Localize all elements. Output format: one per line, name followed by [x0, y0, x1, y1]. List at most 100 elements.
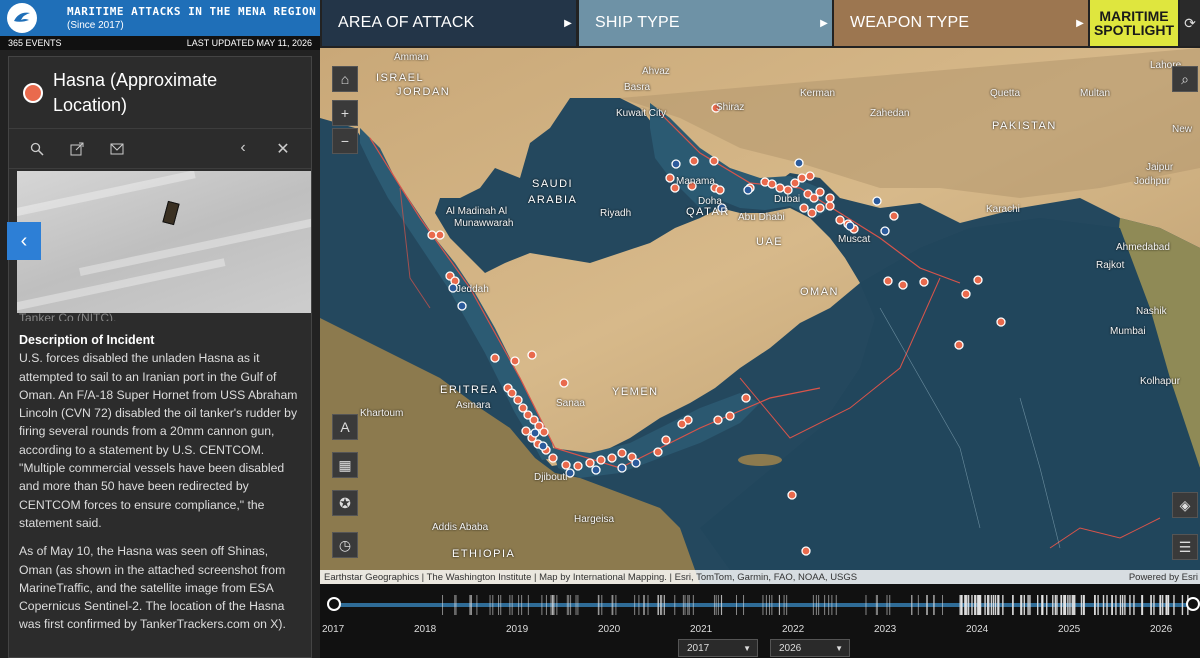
timeline-slider[interactable]: 2017 2018 2019 2020 2021 2022 2023 2024 2025 2026…: [320, 584, 1200, 658]
share-icon[interactable]: [57, 142, 97, 156]
app-subtitle: (Since 2017): [67, 20, 124, 31]
city-label: Abu Dhabi: [738, 212, 785, 223]
popup-title: Hasna (Approximate Location): [53, 69, 218, 115]
country-label: ERITREA: [440, 384, 499, 396]
timeline-year-label: 2026: [1150, 624, 1173, 635]
timeline-year-label: 2022: [782, 624, 805, 635]
clock-icon[interactable]: ◷: [332, 532, 358, 558]
satellite-image: [17, 171, 311, 313]
city-label: Jaipur: [1146, 162, 1174, 173]
country-label: ETHIOPIA: [452, 548, 516, 560]
city-label: Dubai: [774, 194, 801, 205]
city-label: Al Madinah Al: [446, 206, 508, 217]
timeline-year-label: 2025: [1058, 624, 1081, 635]
chevron-down-icon: ▼: [835, 643, 843, 653]
map-attribution: Earthstar Geographics | The Washington I…: [320, 570, 1200, 584]
city-label: Riyadh: [600, 208, 632, 219]
incident-marker-icon: [23, 82, 43, 103]
status-bar: 365 EVENTS LAST UPDATED MAY 11, 2026: [0, 36, 320, 50]
zoom-out-icon[interactable]: −: [332, 128, 358, 154]
description-paragraph: U.S. forces disabled the unladen Hasna a…: [19, 351, 298, 530]
home-icon[interactable]: ⌂: [332, 66, 358, 92]
timeline-year-label: 2024: [966, 624, 989, 635]
country-label: QATAR: [686, 206, 730, 218]
close-icon[interactable]: ✕: [263, 139, 303, 159]
text-size-icon[interactable]: A: [332, 414, 358, 440]
powered-by[interactable]: Powered by Esri: [1129, 572, 1198, 583]
timeline-start-handle[interactable]: [327, 597, 341, 611]
timeline-ticks: [442, 595, 1189, 615]
search-icon[interactable]: [17, 142, 57, 156]
spotlight-line1: MARITIME: [1099, 8, 1169, 24]
end-year-value: 2026: [779, 642, 802, 654]
tab-ship-type[interactable]: SHIP TYPE ▶: [579, 0, 832, 46]
incident-popup: Hasna (Approximate Location) ‹ ✕ Tanker …: [8, 56, 312, 658]
city-label: Ahvaz: [642, 66, 670, 77]
country-label: PAKISTAN: [992, 120, 1057, 132]
city-label: Muscat: [838, 234, 871, 245]
description-paragraph: As of May 10, the Hasna was seen off Shi…: [19, 544, 286, 632]
qr-icon[interactable]: ▦: [332, 452, 358, 478]
tab-area-of-attack[interactable]: AREA OF ATTACK ▶: [322, 0, 576, 46]
chevron-down-icon: ▼: [743, 643, 751, 653]
app-root: { "header": { "title": "MARITIME ATTACKS…: [0, 0, 1200, 658]
city-label: Hargeisa: [574, 514, 615, 525]
mail-icon[interactable]: [97, 143, 137, 155]
list-icon[interactable]: ☰: [1172, 534, 1198, 560]
last-updated: LAST UPDATED MAY 11, 2026: [186, 38, 312, 48]
city-label: Khartoum: [360, 408, 404, 419]
city-label: Jeddah: [456, 284, 489, 295]
country-label: YEMEN: [612, 386, 659, 398]
attribution-text: Earthstar Geographics | The Washington I…: [324, 571, 858, 583]
event-count: 365 EVENTS: [8, 38, 62, 48]
city-label: Jodhpur: [1134, 176, 1171, 187]
basemap: [320, 48, 1200, 584]
maritime-spotlight-button[interactable]: MARITIME SPOTLIGHT: [1090, 0, 1178, 46]
city-label: Kolhapur: [1140, 376, 1181, 387]
tab-label: WEAPON TYPE: [850, 14, 970, 31]
timeline-year-label: 2017: [322, 624, 345, 635]
popup-body: Tanker Co (NITC). Description of Inciden…: [9, 311, 311, 634]
country-label: JORDAN: [396, 86, 451, 98]
popup-toolbar: ‹ ✕: [9, 129, 311, 169]
start-year-select[interactable]: 2017 ▼: [678, 639, 758, 657]
city-label: Asmara: [456, 400, 491, 411]
description-heading: Description of Incident: [19, 333, 155, 347]
city-label: Manama: [676, 176, 715, 187]
timeline-year-label: 2018: [414, 624, 437, 635]
timeline-year-label: 2019: [506, 624, 529, 635]
city-label: Karachi: [986, 204, 1020, 215]
city-label: Kerman: [800, 88, 836, 99]
zoom-in-icon[interactable]: +: [332, 100, 358, 126]
popup-header: Hasna (Approximate Location): [9, 57, 311, 129]
refresh-icon[interactable]: ⟳: [1180, 0, 1200, 46]
timeline-year-label: 2021: [690, 624, 713, 635]
city-label: Zahedan: [870, 108, 910, 119]
layers-icon[interactable]: ◈: [1172, 492, 1198, 518]
accessibility-icon[interactable]: ✪: [332, 490, 358, 516]
spotlight-line2: SPOTLIGHT: [1093, 22, 1175, 38]
city-label: Addis Ababa: [432, 522, 489, 533]
country-label: OMAN: [800, 286, 839, 298]
chevron-left-icon[interactable]: ‹: [223, 139, 263, 159]
city-label: Amman: [394, 52, 429, 63]
end-year-select[interactable]: 2026 ▼: [770, 639, 850, 657]
ship-icon: [162, 200, 180, 226]
tab-weapon-type[interactable]: WEAPON TYPE ▶: [834, 0, 1088, 46]
map-view[interactable]: Amman ISRAEL JORDAN Ahvaz Basra Kuwait C…: [320, 48, 1200, 584]
chevron-right-icon: ▶: [820, 17, 828, 29]
country-label: ARABIA: [528, 194, 578, 206]
search-icon[interactable]: ⌕: [1172, 66, 1198, 92]
city-label: Ahmedabad: [1116, 242, 1170, 253]
city-label: Multan: [1080, 88, 1111, 99]
tab-label: SHIP TYPE: [595, 14, 680, 31]
app-title: MARITIME ATTACKS IN THE MENA REGION: [67, 5, 317, 18]
city-label: New: [1172, 124, 1193, 135]
country-label: SAUDI: [532, 178, 574, 190]
brand-header: MARITIME ATTACKS IN THE MENA REGION (Sin…: [0, 0, 320, 36]
previous-feature-button[interactable]: ‹: [7, 222, 41, 260]
country-label: UAE: [756, 236, 784, 248]
timeline-end-handle[interactable]: [1186, 597, 1200, 611]
city-label: Rajkot: [1096, 260, 1125, 271]
city-label: Djibouti: [534, 472, 568, 483]
